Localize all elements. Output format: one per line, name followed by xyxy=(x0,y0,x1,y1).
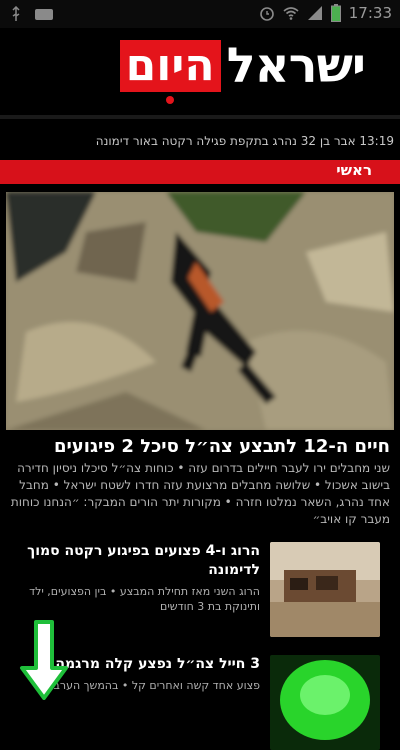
logo-badge: היום xyxy=(119,40,221,104)
down-arrow-icon xyxy=(20,620,68,700)
logo-badge-text: היום xyxy=(125,40,215,91)
article-title[interactable]: הרוג ו-4 פצועים בפיגוע רקטה סמוך לדימונה xyxy=(20,542,260,580)
article-text: הרוג ו-4 פצועים בפיגוע רקטה סמוך לדימונה… xyxy=(20,542,260,614)
message-icon xyxy=(35,9,53,20)
news-ticker[interactable]: 13:19 אבר בן 32 נהרג בתקפת פגילה רקטה בא… xyxy=(0,126,400,156)
status-bar: 17:33 xyxy=(0,0,400,28)
clock: 17:33 xyxy=(348,4,392,22)
section-bar[interactable]: ראשי xyxy=(0,160,400,184)
main-story-summary[interactable]: שני מחבלים ירו לעבר חיילים בדרום עזה • כ… xyxy=(8,460,390,528)
signal-icon xyxy=(307,6,322,20)
rifle-on-ground-photo xyxy=(6,192,394,430)
ticker-text: 13:19 אבר בן 32 נהרג בתקפת פגילה רקטה בא… xyxy=(95,134,394,148)
usb-icon xyxy=(12,6,20,21)
main-story-headline[interactable]: חיים ה-12 לתבצע צה״ל סיכל 2 פיגועים xyxy=(20,436,390,458)
section-title: ראשי xyxy=(336,161,372,179)
building-ruins-thumbnail xyxy=(270,542,380,637)
green-flare-thumbnail xyxy=(270,655,380,750)
logo-dot xyxy=(166,96,175,104)
alarm-icon xyxy=(259,7,274,21)
site-logo[interactable]: ישראל היום xyxy=(119,38,366,104)
masthead[interactable]: ישראל היום xyxy=(0,28,400,116)
main-story-image[interactable] xyxy=(6,192,394,430)
header-divider xyxy=(0,115,400,119)
battery-icon xyxy=(330,4,341,22)
logo-main-text: ישראל xyxy=(226,38,366,94)
article-excerpt: הרוג השני מאז תחילת המבצע • בין הפצועים,… xyxy=(29,585,260,613)
wifi-icon xyxy=(283,7,299,20)
